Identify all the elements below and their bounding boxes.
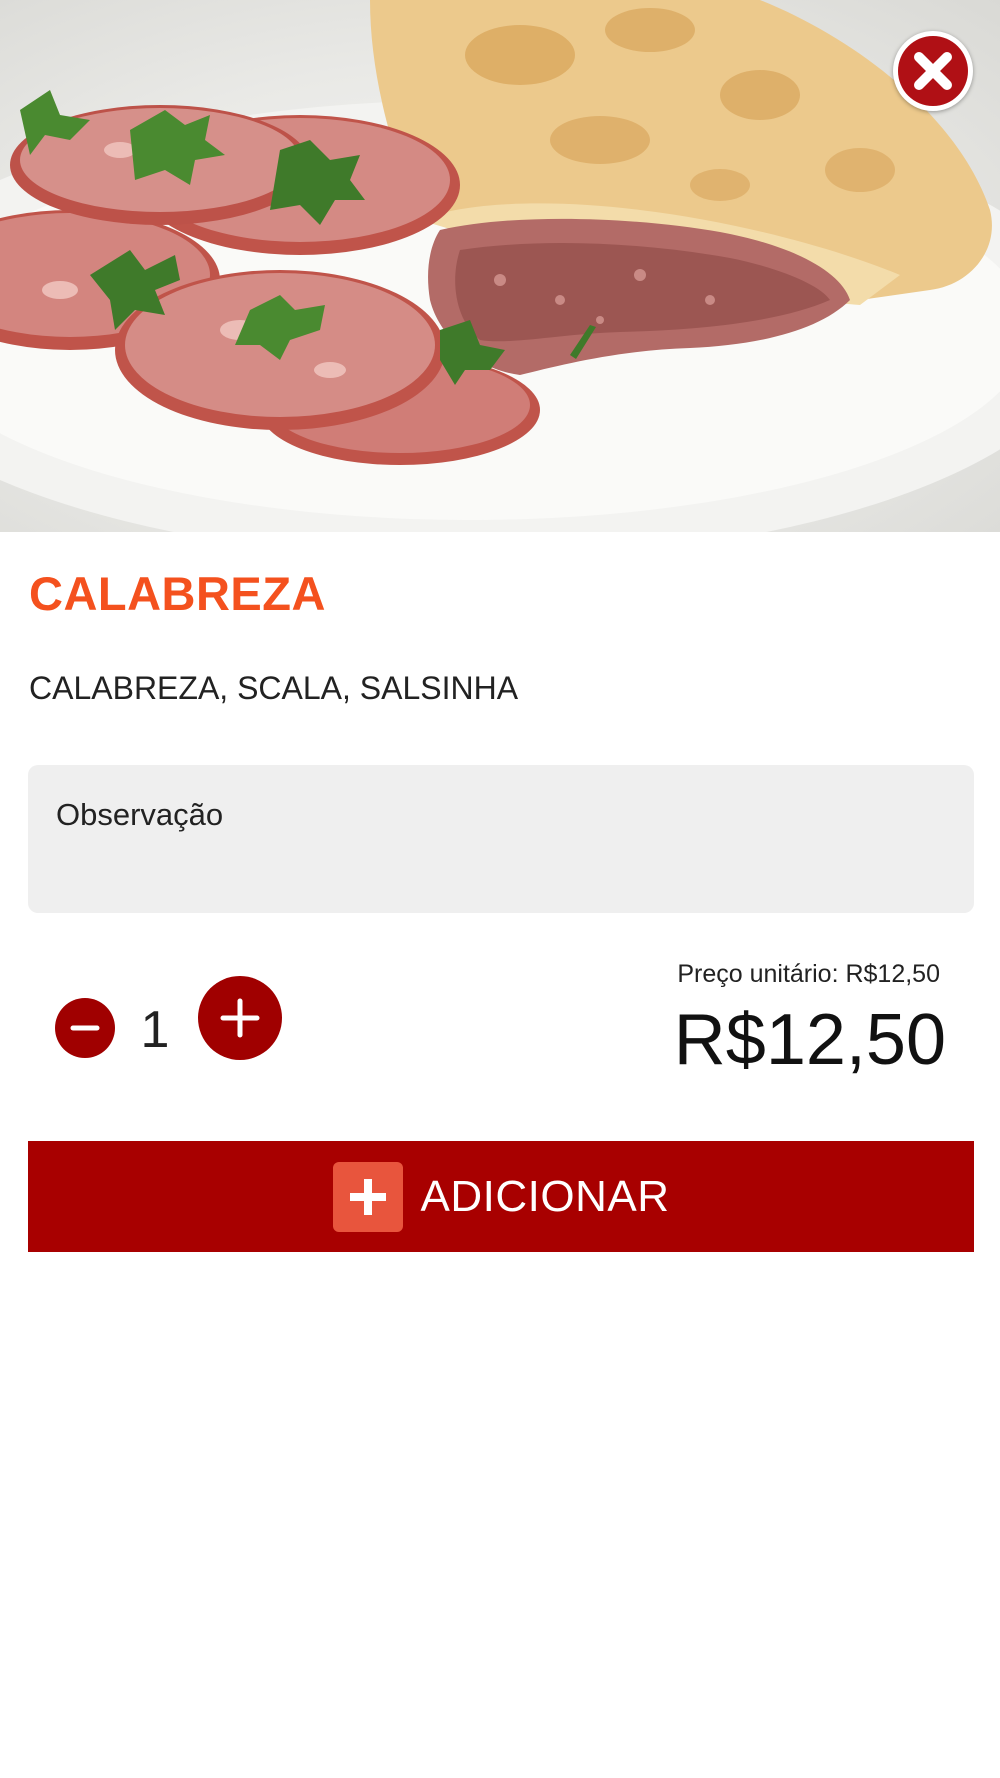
quantity-value: 1 bbox=[140, 1001, 170, 1059]
product-photo bbox=[0, 0, 1000, 532]
plus-circle-icon bbox=[220, 998, 260, 1038]
increase-quantity-button[interactable] bbox=[198, 976, 282, 1060]
close-x-circle-icon bbox=[898, 36, 968, 106]
product-title: CALABREZA bbox=[29, 567, 326, 620]
total-price: R$12,50 bbox=[673, 1000, 946, 1080]
add-button-label: ADICIONAR bbox=[420, 1171, 670, 1221]
observation-field[interactable] bbox=[28, 765, 974, 913]
unit-price-label: Preço unitário: R$12,50 bbox=[677, 960, 940, 988]
product-description: CALABREZA, SCALA, SALSINHA bbox=[29, 670, 519, 706]
close-button[interactable] bbox=[893, 31, 973, 111]
minus-circle-icon bbox=[70, 1025, 100, 1031]
product-modal: CALABREZA CALABREZA, SCALA, SALSINHA 1 P… bbox=[0, 0, 1000, 1778]
product-photo-illustration bbox=[0, 0, 1000, 532]
plus-glyph bbox=[349, 1178, 386, 1215]
add-to-cart-button[interactable]: ADICIONAR bbox=[28, 1141, 974, 1252]
decrease-quantity-button[interactable] bbox=[55, 998, 115, 1058]
plus-square-icon bbox=[332, 1161, 403, 1232]
